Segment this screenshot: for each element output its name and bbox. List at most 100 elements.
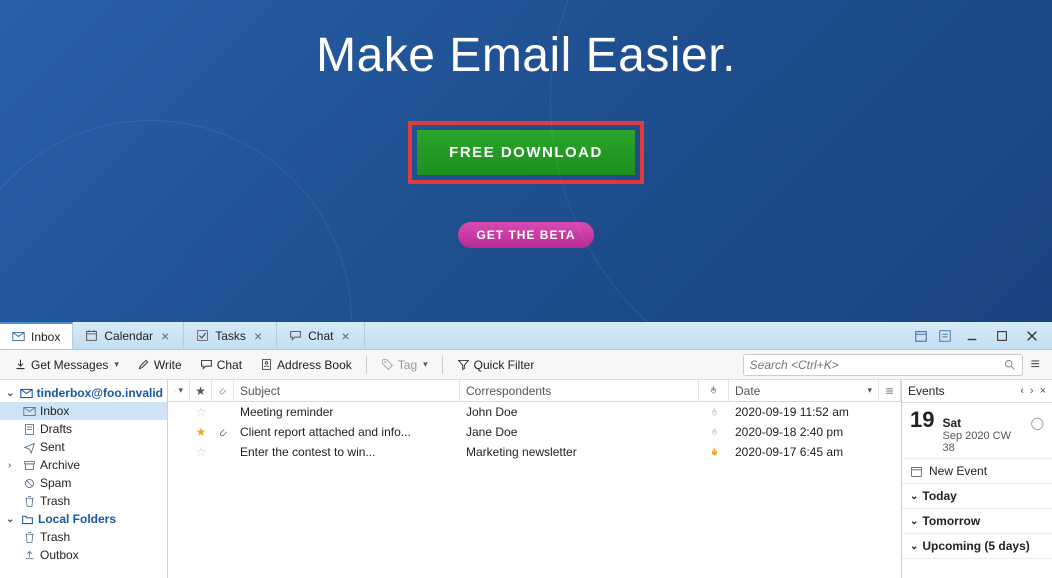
close-icon[interactable]: ×	[339, 328, 351, 344]
close-pane-button[interactable]: ×	[1040, 385, 1046, 397]
folder-inbox[interactable]: Inbox	[0, 402, 167, 420]
star-icon[interactable]: ★	[190, 425, 212, 439]
folder-local-trash[interactable]: Trash	[0, 528, 167, 546]
search-input[interactable]	[750, 358, 1003, 372]
tag-button[interactable]: Tag ▾	[373, 355, 436, 375]
star-icon[interactable]: ☆	[190, 405, 212, 419]
get-messages-button[interactable]: Get Messages ▾	[6, 355, 127, 375]
star-icon[interactable]: ☆	[190, 445, 212, 459]
get-beta-button[interactable]: GET THE BETA	[458, 222, 593, 248]
folder-label: Local Folders	[38, 512, 116, 526]
tab-tasks[interactable]: Tasks ×	[184, 322, 277, 349]
events-header: Events ‹ › ×	[902, 380, 1052, 403]
section-tomorrow[interactable]: ⌄Tomorrow	[902, 509, 1052, 534]
folder-label: Drafts	[40, 422, 72, 436]
col-picker[interactable]	[879, 380, 901, 401]
trash-icon	[22, 531, 36, 544]
quick-filter-button[interactable]: Quick Filter	[449, 355, 543, 375]
address-book-button[interactable]: Address Book	[252, 355, 360, 375]
chevron-down-icon: ⌄	[910, 516, 918, 527]
chevron-down-icon: ▾	[867, 385, 872, 396]
events-pane: Events ‹ › × 19 Sat Sep 2020 CW 38 ◯ New…	[902, 380, 1052, 578]
message-date: 2020-09-17 6:45 am	[729, 445, 879, 459]
prev-button[interactable]: ‹	[1020, 385, 1024, 397]
today-date[interactable]: 19 Sat Sep 2020 CW 38 ◯	[902, 403, 1052, 459]
hero-title: Make Email Easier.	[316, 28, 736, 83]
junk-icon[interactable]	[699, 407, 729, 418]
col-correspondents[interactable]: Correspondents	[460, 380, 699, 401]
close-icon[interactable]: ×	[159, 328, 171, 344]
message-row[interactable]: ☆Enter the contest to win...Marketing ne…	[168, 442, 901, 462]
new-event-button[interactable]: New Event	[902, 459, 1052, 484]
section-upcoming[interactable]: ⌄Upcoming (5 days)	[902, 534, 1052, 559]
chat-icon	[200, 358, 213, 371]
month-week: Sep 2020 CW 38	[942, 430, 1022, 454]
chevron-down-icon: ▾	[114, 359, 119, 370]
message-row[interactable]: ☆Meeting reminderJohn Doe2020-09-19 11:5…	[168, 402, 901, 422]
chat-button[interactable]: Chat	[192, 355, 250, 375]
chevron-down-icon: ⌄	[6, 514, 16, 525]
app-menu-button[interactable]: ≡	[1025, 352, 1046, 378]
free-download-button[interactable]: FREE DOWNLOAD	[417, 130, 635, 175]
filter-icon	[457, 358, 470, 371]
outbox-icon	[22, 549, 36, 562]
calendar-pane-icon[interactable]	[910, 326, 932, 346]
toolbar-label: Chat	[217, 358, 242, 372]
col-date[interactable]: Date▾	[729, 380, 879, 401]
mail-app: Inbox Calendar × Tasks × Chat × Get	[0, 322, 1052, 578]
minimize-button[interactable]	[958, 326, 986, 346]
chevron-right-icon: ›	[8, 460, 18, 471]
folder-spam[interactable]: Spam	[0, 474, 167, 492]
window-controls	[910, 326, 1052, 346]
folder-label: Archive	[40, 458, 80, 472]
events-title: Events	[908, 384, 945, 398]
folder-sent[interactable]: Sent	[0, 438, 167, 456]
toolbar-label: Write	[154, 358, 182, 372]
search-icon	[1003, 358, 1016, 371]
search-box[interactable]	[743, 354, 1023, 376]
write-button[interactable]: Write	[129, 355, 190, 375]
account-node[interactable]: ⌄ tinderbox@foo.invalid	[0, 384, 167, 402]
message-subject: Meeting reminder	[234, 405, 460, 419]
tab-chat[interactable]: Chat ×	[277, 322, 365, 349]
date-number: 19	[910, 407, 934, 433]
separator	[366, 356, 367, 374]
folder-archive[interactable]: › Archive	[0, 456, 167, 474]
spam-icon	[22, 477, 36, 490]
local-folders-node[interactable]: ⌄ Local Folders	[0, 510, 167, 528]
close-icon[interactable]: ×	[252, 328, 264, 344]
section-today[interactable]: ⌄Today	[902, 484, 1052, 509]
message-date: 2020-09-18 2:40 pm	[729, 425, 879, 439]
chevron-down-icon: ⌄	[910, 491, 918, 502]
folder-outbox[interactable]: Outbox	[0, 546, 167, 564]
col-attachment[interactable]	[212, 380, 234, 401]
junk-icon[interactable]	[699, 447, 729, 458]
tab-inbox[interactable]: Inbox	[0, 322, 73, 349]
archive-icon	[22, 459, 36, 472]
chevron-down-icon: ⌄	[910, 541, 918, 552]
junk-icon[interactable]	[699, 427, 729, 438]
folder-label: Trash	[40, 494, 70, 508]
close-button[interactable]	[1018, 326, 1046, 346]
calendar-icon	[85, 329, 98, 342]
folder-trash[interactable]: Trash	[0, 492, 167, 510]
col-thread[interactable]: ▾	[168, 380, 190, 401]
folder-label: Sent	[40, 440, 65, 454]
tasks-pane-icon[interactable]	[934, 326, 956, 346]
message-subject: Client report attached and info...	[234, 425, 460, 439]
today-circle-icon[interactable]: ◯	[1031, 416, 1044, 430]
next-button[interactable]: ›	[1030, 385, 1034, 397]
message-row[interactable]: ★Client report attached and info...Jane …	[168, 422, 901, 442]
hero-banner: Make Email Easier. FREE DOWNLOAD GET THE…	[0, 0, 1052, 322]
trash-icon	[22, 495, 36, 508]
message-rows: ☆Meeting reminderJohn Doe2020-09-19 11:5…	[168, 402, 901, 462]
col-subject[interactable]: Subject	[234, 380, 460, 401]
maximize-button[interactable]	[988, 326, 1016, 346]
folder-drafts[interactable]: Drafts	[0, 420, 167, 438]
main-panes: ⌄ tinderbox@foo.invalid Inbox Drafts Sen…	[0, 380, 1052, 578]
folder-label: Inbox	[40, 404, 69, 418]
tab-calendar[interactable]: Calendar ×	[73, 322, 184, 349]
col-junk[interactable]	[699, 380, 729, 401]
download-icon	[14, 358, 27, 371]
col-star[interactable]: ★	[190, 380, 212, 401]
